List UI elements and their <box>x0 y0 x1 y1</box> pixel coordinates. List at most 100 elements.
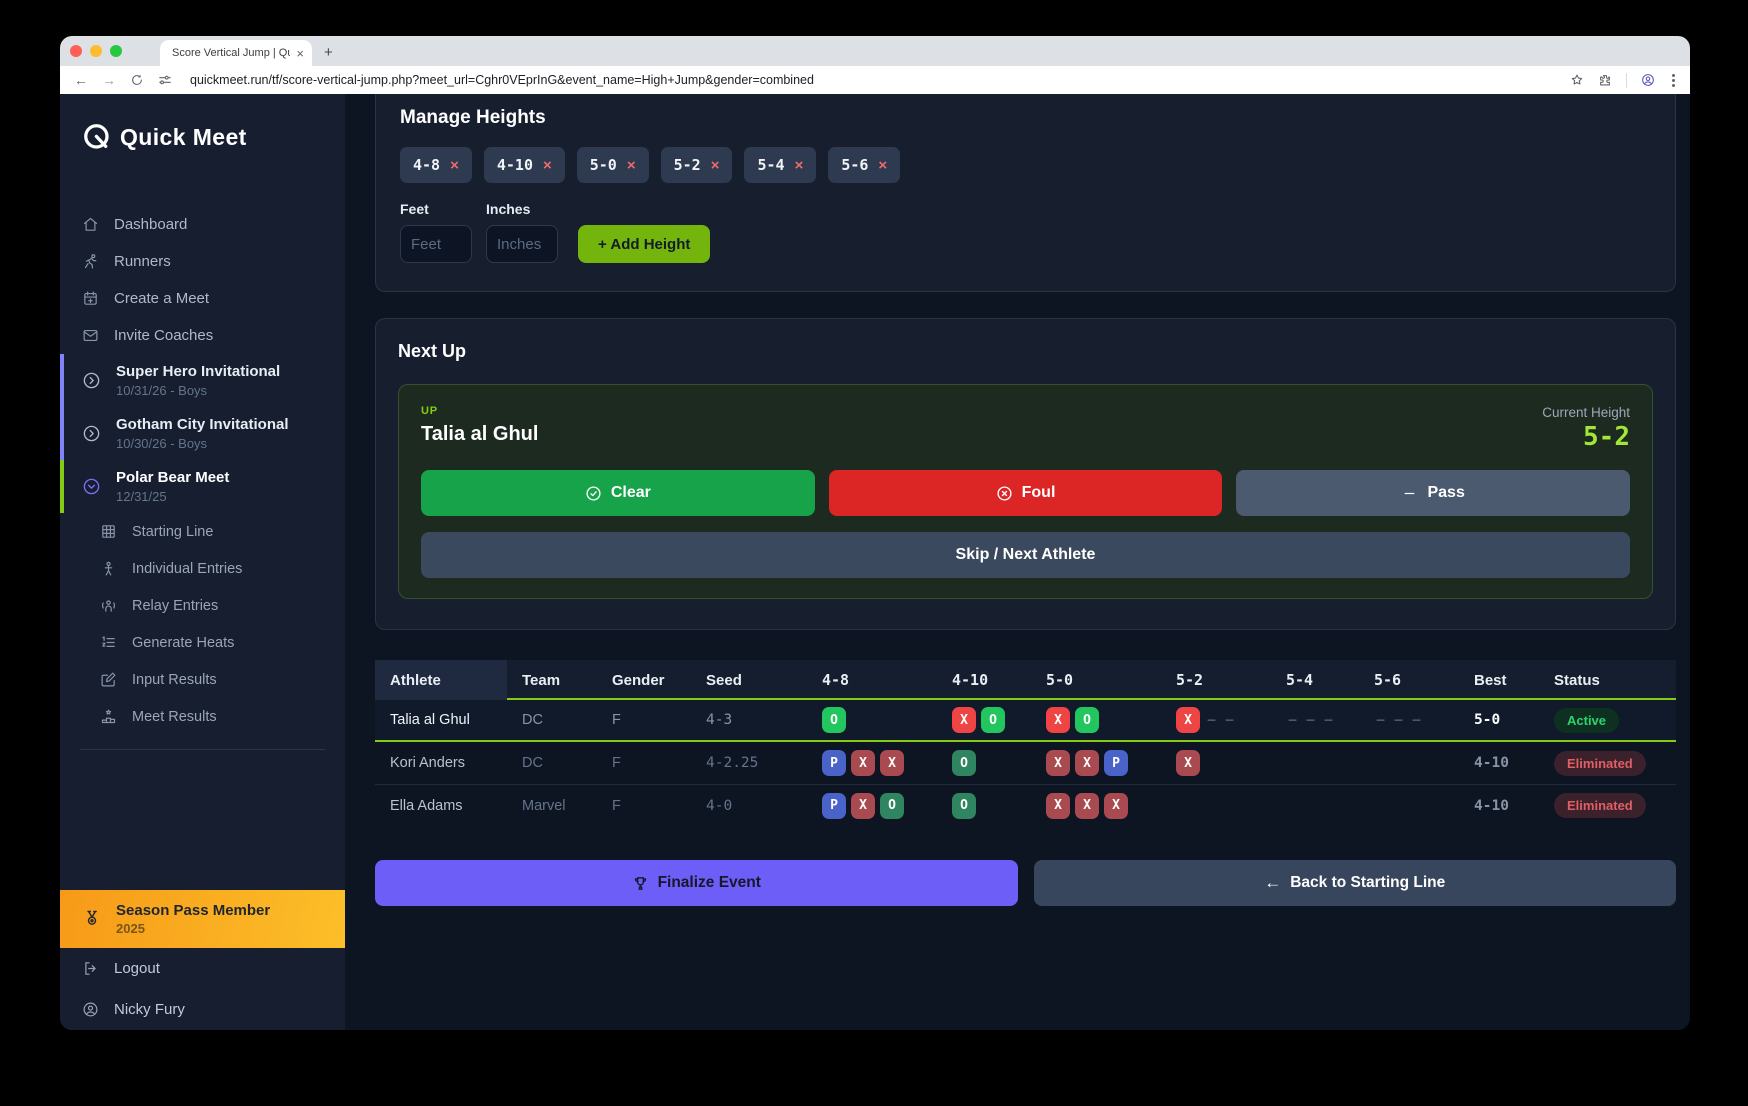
profile-icon[interactable] <box>1641 73 1655 87</box>
remove-height-icon[interactable]: × <box>627 158 636 173</box>
seed-cell: 4-3 <box>691 712 807 728</box>
x-circle-icon <box>996 485 1013 502</box>
sidebar-meet-polar-bear-meet[interactable]: Polar Bear Meet12/31/25 <box>60 460 345 513</box>
sidebar-item-invite-coaches[interactable]: Invite Coaches <box>60 317 345 354</box>
sidebar-subitem-label: Individual Entries <box>132 561 242 577</box>
sidebar-subitem-generate-heats[interactable]: Generate Heats <box>60 624 345 661</box>
height-chip-5-6: 5-6× <box>828 147 900 183</box>
sidebar-meet-subnav: Starting Line Individual Entries Relay Ent… <box>60 513 345 735</box>
pass-button[interactable]: Pass <box>1236 470 1630 516</box>
reload-icon[interactable] <box>130 73 144 87</box>
remove-height-icon[interactable]: × <box>878 158 887 173</box>
status-badge: Eliminated <box>1554 751 1646 776</box>
back-icon[interactable]: ← <box>74 72 88 88</box>
tab-close-icon[interactable]: × <box>296 47 304 60</box>
people-icon <box>100 597 117 614</box>
results-table-body: Talia al GhulDCF4-3OXOXOX––––––––5-0Acti… <box>375 700 1676 826</box>
height-chips: 4-8×4-10×5-0×5-2×5-4×5-6× <box>400 147 1651 183</box>
attempts-cell-5-0: XXX <box>1031 793 1161 819</box>
clear-button[interactable]: Clear <box>421 470 815 516</box>
height-chip-label: 5-0 <box>590 156 617 174</box>
tab-title: Score Vertical Jump | Qu <box>172 47 290 59</box>
sidebar-item-label: Dashboard <box>114 216 187 233</box>
remove-height-icon[interactable]: × <box>543 158 552 173</box>
feet-input[interactable] <box>400 225 472 263</box>
attempts-cell-4-8: PXO <box>807 793 937 819</box>
column-header-4-10: 4-10 <box>937 671 1031 689</box>
new-tab-button[interactable]: + <box>324 44 333 61</box>
back-to-starting-line-button[interactable]: ← Back to Starting Line <box>1034 860 1677 906</box>
minimize-window-button[interactable] <box>90 45 102 57</box>
table-row: Ella AdamsMarvelF4-0PXOOXXX4-10Eliminate… <box>375 784 1676 826</box>
column-header-status: Status <box>1539 672 1676 689</box>
attempt-mark-foul: X <box>1176 750 1200 776</box>
sidebar-subitem-label: Meet Results <box>132 709 217 725</box>
attempt-mark-pass: P <box>822 793 846 819</box>
sidebar-subitem-meet-results[interactable]: Meet Results <box>60 698 345 735</box>
attempts-cell-4-10: O <box>937 750 1031 776</box>
screen: Score Vertical Jump | Qu × + ← → quickme… <box>0 0 1748 1106</box>
attempt-mark-foul: X <box>1046 707 1070 733</box>
browser-tab[interactable]: Score Vertical Jump | Qu × <box>160 40 312 66</box>
column-header-seed: Seed <box>691 672 807 689</box>
manage-heights-title: Manage Heights <box>400 107 1651 129</box>
window-controls <box>70 45 122 57</box>
sidebar-item-runners[interactable]: Runners <box>60 243 345 280</box>
status-badge: Active <box>1554 708 1619 733</box>
sidebar-subitem-starting-line[interactable]: Starting Line <box>60 513 345 550</box>
status-cell: Eliminated <box>1539 793 1676 818</box>
column-header-athlete: Athlete <box>375 660 507 700</box>
sidebar-meet-super-hero-invitational[interactable]: Super Hero Invitational10/31/26 - Boys <box>60 354 345 407</box>
skip-next-athlete-button[interactable]: Skip / Next Athlete <box>421 532 1630 578</box>
site-settings-icon[interactable] <box>158 73 172 87</box>
address-bar[interactable]: quickmeet.run/tf/score-vertical-jump.php… <box>190 73 1556 87</box>
no-attempt-dash: – <box>1205 713 1218 728</box>
inches-input[interactable] <box>486 225 558 263</box>
app-logo: Quick Meet <box>60 114 345 160</box>
foul-button[interactable]: Foul <box>829 470 1223 516</box>
bookmark-star-icon[interactable] <box>1570 73 1584 87</box>
seed-cell: 4-0 <box>691 798 807 814</box>
user-name: Nicky Fury <box>114 1001 185 1018</box>
no-attempt-dash: – <box>1286 713 1299 728</box>
sidebar-subitem-individual-entries[interactable]: Individual Entries <box>60 550 345 587</box>
column-header-team: Team <box>507 672 597 689</box>
season-pass-title: Season Pass Member <box>116 902 270 919</box>
remove-height-icon[interactable]: × <box>450 158 459 173</box>
close-window-button[interactable] <box>70 45 82 57</box>
sidebar-item-create-a-meet[interactable]: Create a Meet <box>60 280 345 317</box>
sidebar-item-dashboard[interactable]: Dashboard <box>60 206 345 243</box>
add-height-button[interactable]: + Add Height <box>578 225 710 263</box>
extensions-puzzle-icon[interactable] <box>1598 73 1612 87</box>
no-attempt-dash: – <box>1322 713 1335 728</box>
remove-height-icon[interactable]: × <box>795 158 804 173</box>
sidebar-subitem-input-results[interactable]: Input Results <box>60 661 345 698</box>
attempt-mark-clear: O <box>880 793 904 819</box>
user-account[interactable]: Nicky Fury <box>60 989 345 1030</box>
app-shell: Quick Meet Dashboard RunnersCreate a Meet… <box>60 94 1690 1030</box>
sidebar-meet-gotham-city-invitational[interactable]: Gotham City Invitational10/30/26 - Boys <box>60 407 345 460</box>
attempt-mark-foul: X <box>1046 793 1070 819</box>
add-height-form: Feet Inches + Add Height <box>400 201 1651 263</box>
meet-name: Polar Bear Meet <box>116 469 229 486</box>
column-header-5-6: 5-6 <box>1359 671 1459 689</box>
home-icon <box>82 216 99 233</box>
sidebar-divider <box>80 749 325 750</box>
attempt-mark-clear: O <box>981 707 1005 733</box>
attempt-marks: XXP <box>1046 750 1128 776</box>
chevron-right-circle-icon <box>82 424 101 443</box>
sidebar-subitem-relay-entries[interactable]: Relay Entries <box>60 587 345 624</box>
athlete-name: Ella Adams <box>375 798 507 814</box>
best-cell: 5-0 <box>1459 712 1539 728</box>
attempt-marks: O <box>952 750 976 776</box>
finalize-event-button[interactable]: Finalize Event <box>375 860 1018 906</box>
forward-icon[interactable]: → <box>102 72 116 88</box>
zoom-window-button[interactable] <box>110 45 122 57</box>
logout-button[interactable]: Logout <box>60 948 345 989</box>
browser-menu-icon[interactable] <box>1669 74 1678 87</box>
next-up-panel: UP Talia al Ghul Current Height 5-2 <box>398 384 1653 599</box>
attempts-cell-5-0: XXP <box>1031 750 1161 776</box>
remove-height-icon[interactable]: × <box>711 158 720 173</box>
athlete-name: Talia al Ghul <box>375 712 507 728</box>
chevron-right-circle-icon <box>82 371 101 390</box>
